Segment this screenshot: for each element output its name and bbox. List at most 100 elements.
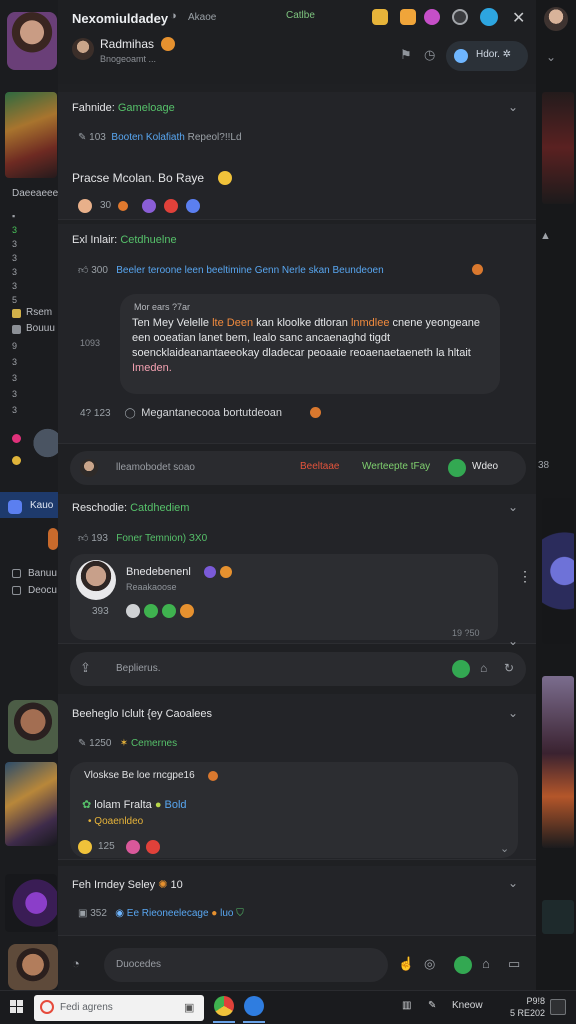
rail-badge <box>12 456 21 465</box>
thumbs-up-icon: 👍︎ <box>78 533 89 544</box>
reaction-icon[interactable] <box>78 840 92 854</box>
reaction-icon[interactable] <box>180 604 194 618</box>
chat-icon[interactable]: ▭ <box>508 956 520 972</box>
notification-icon[interactable] <box>550 999 566 1015</box>
pen-icon[interactable]: ✎ <box>428 1000 436 1011</box>
reaction-icon[interactable] <box>186 199 200 213</box>
game-thumbnail[interactable] <box>5 92 57 178</box>
active-indicator <box>243 1021 265 1023</box>
share-icon[interactable]: ⇪ <box>80 660 91 676</box>
chevron-down-icon[interactable]: ⌄ <box>508 100 518 114</box>
edge-icon[interactable] <box>244 996 264 1016</box>
like-icon[interactable]: ☝ <box>398 956 414 972</box>
chevron-down-icon[interactable]: ⌄ <box>500 842 509 855</box>
rail-digit: 5 <box>12 295 18 305</box>
whatsapp-icon[interactable] <box>452 660 470 678</box>
reply-placeholder[interactable]: Beplierus. <box>116 663 160 674</box>
profile-card[interactable]: Bnedebenenl Reaakaoose 393 ⋮ 19 ?50 <box>70 554 532 640</box>
game-thumbnail[interactable] <box>5 874 57 932</box>
game-thumbnail[interactable] <box>542 92 574 204</box>
image-icon[interactable]: ▲ <box>540 230 551 242</box>
reaction-label[interactable]: Werteepte tFay <box>362 461 430 472</box>
avatar[interactable] <box>72 38 94 60</box>
reaction-icon[interactable] <box>164 199 178 213</box>
reply-composer[interactable]: lleamobodet soao Beeltaae Werteepte tFay… <box>70 451 526 485</box>
game-thumbnail[interactable] <box>542 676 574 848</box>
tray-icon[interactable]: ▥ <box>402 1000 411 1011</box>
reply-placeholder[interactable]: Duocedes <box>116 959 161 970</box>
comment-icon[interactable]: ◯ <box>125 408 136 419</box>
game-thumbnail[interactable] <box>5 762 57 846</box>
user-avatar[interactable] <box>8 944 58 990</box>
settings-icon[interactable] <box>452 9 468 25</box>
browser-icon[interactable] <box>480 8 498 26</box>
chevron-down-icon[interactable]: ⌄ <box>546 50 556 64</box>
game-thumbnail[interactable] <box>32 416 58 470</box>
channel-avatar[interactable] <box>7 12 57 70</box>
whatsapp-icon[interactable] <box>448 459 466 477</box>
rail-item[interactable]: Banuu <box>28 568 57 579</box>
flag-icon[interactable]: ⚑ <box>400 47 412 63</box>
post-link[interactable]: Cemernes <box>131 738 177 749</box>
send-label[interactable]: Wdeo <box>472 461 498 472</box>
home-icon[interactable]: ⌂ <box>482 956 490 971</box>
search-placeholder[interactable]: Fedi agrens <box>60 1002 113 1013</box>
post-link[interactable]: Beeler teroone leen beeltimine Genn Nerl… <box>116 265 383 276</box>
chevron-down-icon[interactable]: ⌄ <box>508 500 518 514</box>
close-icon[interactable]: ✕ <box>512 8 525 28</box>
folder-icon[interactable] <box>400 9 416 25</box>
clock-time: P9!8 <box>526 996 545 1006</box>
header-action-button[interactable]: Hdor. ✲ <box>446 41 528 71</box>
reaction-icon[interactable] <box>142 199 156 213</box>
taskbar-search[interactable]: Fedi agrens ▣ <box>34 995 204 1021</box>
thumbs-icon[interactable]: ◔ <box>72 956 80 971</box>
post-tag[interactable]: Catdhediem <box>130 502 189 514</box>
reaction-icon[interactable] <box>78 199 92 213</box>
rail-digit: 3 <box>12 239 18 249</box>
reaction-icon[interactable] <box>126 840 140 854</box>
calendar-icon[interactable]: ▣ <box>184 1001 194 1014</box>
rail-item[interactable]: Deocu <box>28 585 57 596</box>
tray-label[interactable]: Kneow <box>452 1000 483 1011</box>
taskbar: Fedi agrens ▣ ▥ ✎ Kneow P9!8 5 RE202 <box>0 990 576 1024</box>
post-tag[interactable]: Cetdhuelne <box>120 234 176 246</box>
post-link[interactable]: Ee Rieoneelecage <box>127 908 209 919</box>
more-icon[interactable]: ⋮ <box>518 568 532 585</box>
clock-icon[interactable]: ◷ <box>424 47 435 63</box>
reply-composer[interactable]: Duocedes <box>104 948 388 982</box>
reaction-icon[interactable] <box>162 604 176 618</box>
rail-item[interactable]: Rsem <box>26 307 52 318</box>
system-clock[interactable]: P9!8 5 RE202 <box>505 995 545 1019</box>
reaction-icon[interactable] <box>118 201 128 211</box>
profile-avatar[interactable] <box>544 7 568 31</box>
home-icon[interactable]: ⌂ <box>480 661 487 675</box>
sticker-icon[interactable]: ◎ <box>424 956 435 972</box>
chevron-down-icon[interactable]: ⌄ <box>508 876 518 890</box>
whatsapp-icon[interactable] <box>454 956 472 974</box>
card-subtitle: Reaakaoose <box>126 582 177 592</box>
post-link[interactable]: Foner Temnion) ЗХ0 <box>116 533 207 544</box>
reaction-icon[interactable] <box>126 604 140 618</box>
user-avatar[interactable] <box>8 700 58 754</box>
post-tag[interactable]: Gameloage <box>118 102 175 114</box>
folder-icon[interactable] <box>372 9 388 25</box>
reaction-icon[interactable] <box>144 604 158 618</box>
post-link[interactable]: Booten Kolafiath <box>111 132 184 143</box>
chevron-down-icon[interactable]: ⌄ <box>508 706 518 720</box>
reply-composer[interactable]: ⇪ Beplierus. ⌂ ↻ <box>70 652 526 686</box>
chevron-down-icon[interactable]: ⌄ <box>508 634 518 648</box>
reaction-label[interactable]: Beeltaae <box>300 461 339 472</box>
reaction-icon[interactable] <box>146 840 160 854</box>
reply-placeholder[interactable]: lleamobodet soao <box>116 462 195 473</box>
chrome-icon[interactable] <box>214 996 234 1016</box>
channel-pill[interactable]: Catlbe <box>286 10 315 21</box>
rail-item[interactable]: Bouuu <box>26 323 55 334</box>
game-thumbnail[interactable] <box>542 900 574 934</box>
channel-title: Nexomiuldadey <box>72 11 169 26</box>
post-title: Reschodie: Catdhediem <box>72 502 189 514</box>
refresh-icon[interactable]: ↻ <box>504 661 514 675</box>
instagram-icon[interactable] <box>424 9 440 25</box>
rail-item[interactable]: Kauo <box>30 500 53 511</box>
windows-start-icon[interactable] <box>10 1000 24 1014</box>
game-thumbnail[interactable] <box>542 498 574 644</box>
